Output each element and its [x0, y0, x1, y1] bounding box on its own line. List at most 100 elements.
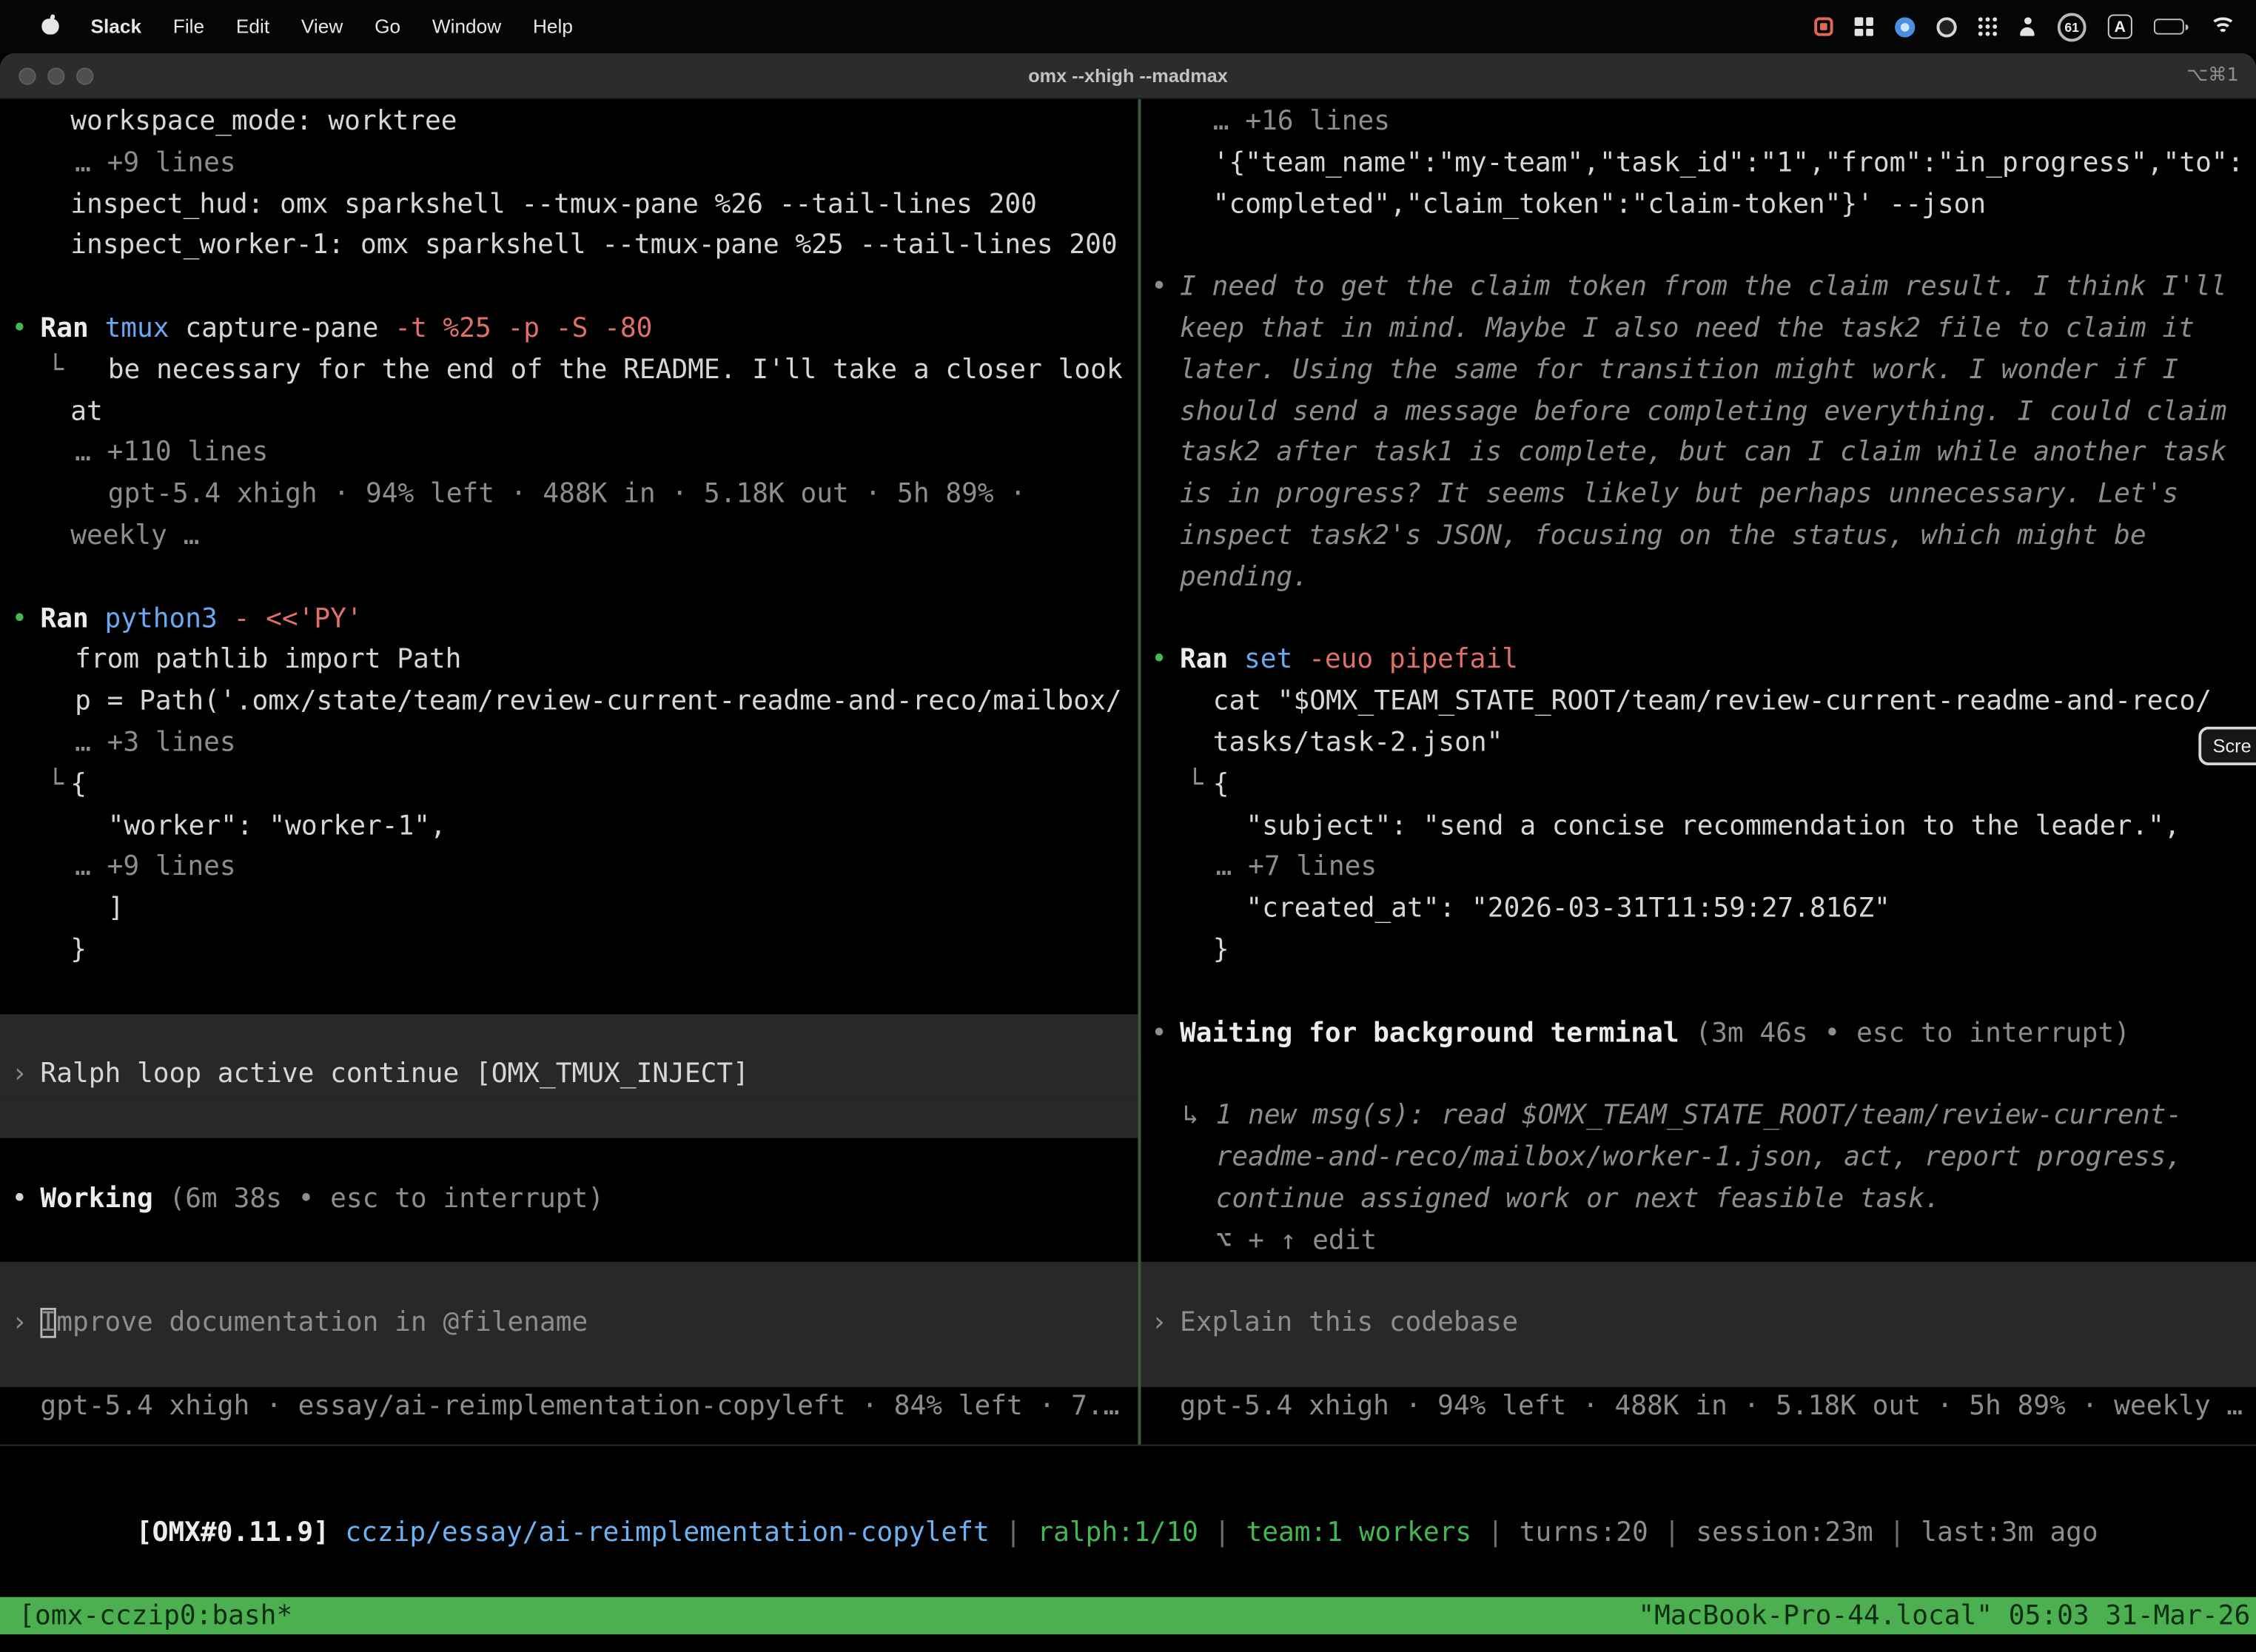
terminal-line	[0, 268, 1138, 309]
text-segment: from pathlib import Path	[75, 645, 461, 676]
app-menu[interactable]: Slack	[75, 16, 157, 37]
bullet-icon: •	[12, 1179, 28, 1220]
text-segment: Ran	[1180, 645, 1244, 676]
separator: |	[1471, 1518, 1520, 1548]
battery-icon[interactable]	[2154, 19, 2189, 34]
text-segment: "subject": "send a concise recommendatio…	[1246, 810, 2180, 841]
round-app-icon[interactable]	[1936, 16, 1956, 36]
terminal-line	[1141, 1262, 2256, 1303]
terminal-line: inspect task2's JSON, focusing on the st…	[1141, 517, 2256, 558]
terminal-line: is in progress? It seems likely but perh…	[1141, 475, 2256, 517]
text-segment: task2 after task1 is complete, but can I…	[1180, 438, 2226, 469]
blue-app-icon[interactable]	[1895, 16, 1915, 36]
text-segment: continue assigned work or next feasible …	[1216, 1183, 1941, 1214]
tmux-host-clock: "MacBook-Pro-44.local" 05:03 31-Mar-26	[1638, 1601, 2250, 1631]
wifi-icon[interactable]	[2210, 17, 2236, 36]
text-segment: Explain this codebase	[1180, 1308, 1518, 1338]
prompt-chevron-icon: ›	[12, 1303, 28, 1345]
menu-bar: Slack File Edit View Go Window Help 61 A	[0, 0, 2256, 53]
composer-input[interactable]: › Explain this codebase	[1141, 1303, 2256, 1345]
text-segment: … +9 lines	[75, 852, 236, 882]
terminal-line: workspace_mode: worktree	[0, 102, 1138, 144]
window-shortcut-hint: ⌥⌘1	[2186, 64, 2238, 86]
text-segment: gpt-5.4 xhigh · 94% left · 488K in · 5.1…	[1180, 1391, 2243, 1421]
menu-window[interactable]: Window	[416, 16, 517, 37]
result-corner-icon: └	[47, 765, 64, 807]
prompt-chevron-icon: ›	[1151, 1303, 1167, 1345]
right-terminal-pane[interactable]: … +16 lines'{"team_name":"my-team","task…	[1141, 99, 2256, 1445]
text-segment: }	[70, 935, 87, 965]
menu-help[interactable]: Help	[517, 16, 589, 37]
bullet-icon: •	[1151, 1014, 1167, 1055]
tmux-session-name: [omx-cczip0:bash*	[19, 1601, 292, 1631]
terminal-line: '{"team_name":"my-team","task_id":"1","f…	[1141, 144, 2256, 185]
close-button[interactable]	[19, 67, 36, 84]
text-segment: be necessary for the end of the README. …	[108, 355, 1123, 386]
text-segment: inspect_hud: omx sparkshell --tmux-pane …	[70, 189, 1037, 220]
battery-percent-icon[interactable]: 61	[2058, 13, 2087, 41]
text-segment: I need to get the claim token from the c…	[1180, 272, 2226, 303]
text-segment: ⌥ + ↑ edit	[1216, 1225, 1377, 1255]
terminal-line: … +16 lines	[1141, 102, 2256, 144]
omx-version: [OMX#0.11.9]	[136, 1518, 346, 1548]
terminal-line: … +7 lines	[1141, 848, 2256, 890]
terminal-line: •Ran tmux capture-pane -t %25 -p -S -80	[0, 309, 1138, 351]
omx-turns: turns:20	[1520, 1518, 1648, 1548]
text-segment: (6m 38s • esc to interrupt)	[169, 1183, 605, 1214]
terminal-window: omx --xhigh --madmax ⌥⌘1 workspace_mode:…	[0, 53, 2256, 1652]
terminal-line: gpt-5.4 xhigh · 94% left · 488K in · 5.1…	[0, 475, 1138, 517]
text-segment: capture-pane	[185, 314, 395, 344]
terminal-line: inspect_hud: omx sparkshell --tmux-pane …	[0, 185, 1138, 226]
apple-menu[interactable]	[26, 14, 75, 38]
menu-bar-menus: Slack File Edit View Go Window Help	[0, 14, 588, 38]
tmux-status-bar: [omx-cczip0:bash* "MacBook-Pro-44.local"…	[0, 1597, 2256, 1635]
text-segment: python3	[104, 604, 233, 634]
terminal-line: ↳1 new msg(s): read $OMX_TEAM_STATE_ROOT…	[1141, 1096, 2256, 1138]
screen-recording-icon[interactable]	[1814, 17, 1833, 36]
zoom-button[interactable]	[76, 67, 93, 84]
terminal-line	[0, 1262, 1138, 1303]
terminal-line: ]	[0, 890, 1138, 931]
terminal-line	[1141, 1345, 2256, 1386]
dots-grid-icon[interactable]	[1978, 17, 1997, 36]
input-source-icon[interactable]: A	[2108, 14, 2132, 38]
menu-go[interactable]: Go	[359, 16, 417, 37]
left-terminal-pane[interactable]: workspace_mode: worktree … +9 lines inspec…	[0, 99, 1138, 1445]
screen-share-popup: Scre	[2198, 727, 2256, 765]
terminal-line: └{	[1141, 765, 2256, 807]
text-segment: at	[70, 397, 103, 427]
terminal-line: from pathlib import Path	[0, 641, 1138, 682]
terminal-line: "subject": "send a concise recommendatio…	[1141, 807, 2256, 848]
app-grid-icon[interactable]	[1855, 17, 1873, 36]
text-segment: I	[40, 1308, 56, 1338]
result-corner-icon: └	[47, 351, 64, 392]
text-segment: … +9 lines	[75, 148, 236, 178]
queued-message: ›Ralph loop active continue [OMX_TMUX_IN…	[0, 1055, 1138, 1097]
text-segment: "created_at": "2026-03-31T11:59:27.816Z"	[1246, 893, 1890, 924]
text-segment: Working	[40, 1183, 169, 1214]
terminal-line: •Waiting for background terminal (3m 46s…	[1141, 1014, 2256, 1055]
pane-bottom-border	[0, 1445, 2256, 1446]
minimize-button[interactable]	[47, 67, 64, 84]
menu-edit[interactable]: Edit	[221, 16, 286, 37]
terminal-line: }	[0, 931, 1138, 973]
text-segment: set	[1244, 645, 1309, 676]
terminal-line	[0, 1014, 1138, 1055]
text-segment: later. Using the same for transition mig…	[1180, 355, 2178, 386]
pane-status-line: gpt-5.4 xhigh · essay/ai-reimplementatio…	[0, 1386, 1138, 1428]
person-icon[interactable]	[2018, 17, 2035, 36]
screen: Slack File Edit View Go Window Help 61 A	[0, 0, 2256, 1652]
terminal-line: inspect_worker-1: omx sparkshell --tmux-…	[0, 226, 1138, 268]
composer-input[interactable]: ›Improve documentation in @filename	[0, 1303, 1138, 1345]
omx-team-workers: team:1 workers	[1246, 1518, 1471, 1548]
text-segment: … +3 lines	[75, 728, 236, 759]
terminal-line: weekly …	[0, 517, 1138, 558]
text-segment: keep that in mind. Maybe I also need the…	[1180, 314, 2195, 344]
terminal-line	[1141, 600, 2256, 641]
menu-file[interactable]: File	[157, 16, 220, 37]
text-segment: workspace_mode: worktree	[70, 107, 457, 137]
text-segment: pending.	[1180, 563, 1309, 593]
title-bar[interactable]: omx --xhigh --madmax ⌥⌘1	[0, 53, 2256, 99]
text-segment: - <<'PY'	[234, 604, 363, 634]
menu-view[interactable]: View	[285, 16, 358, 37]
